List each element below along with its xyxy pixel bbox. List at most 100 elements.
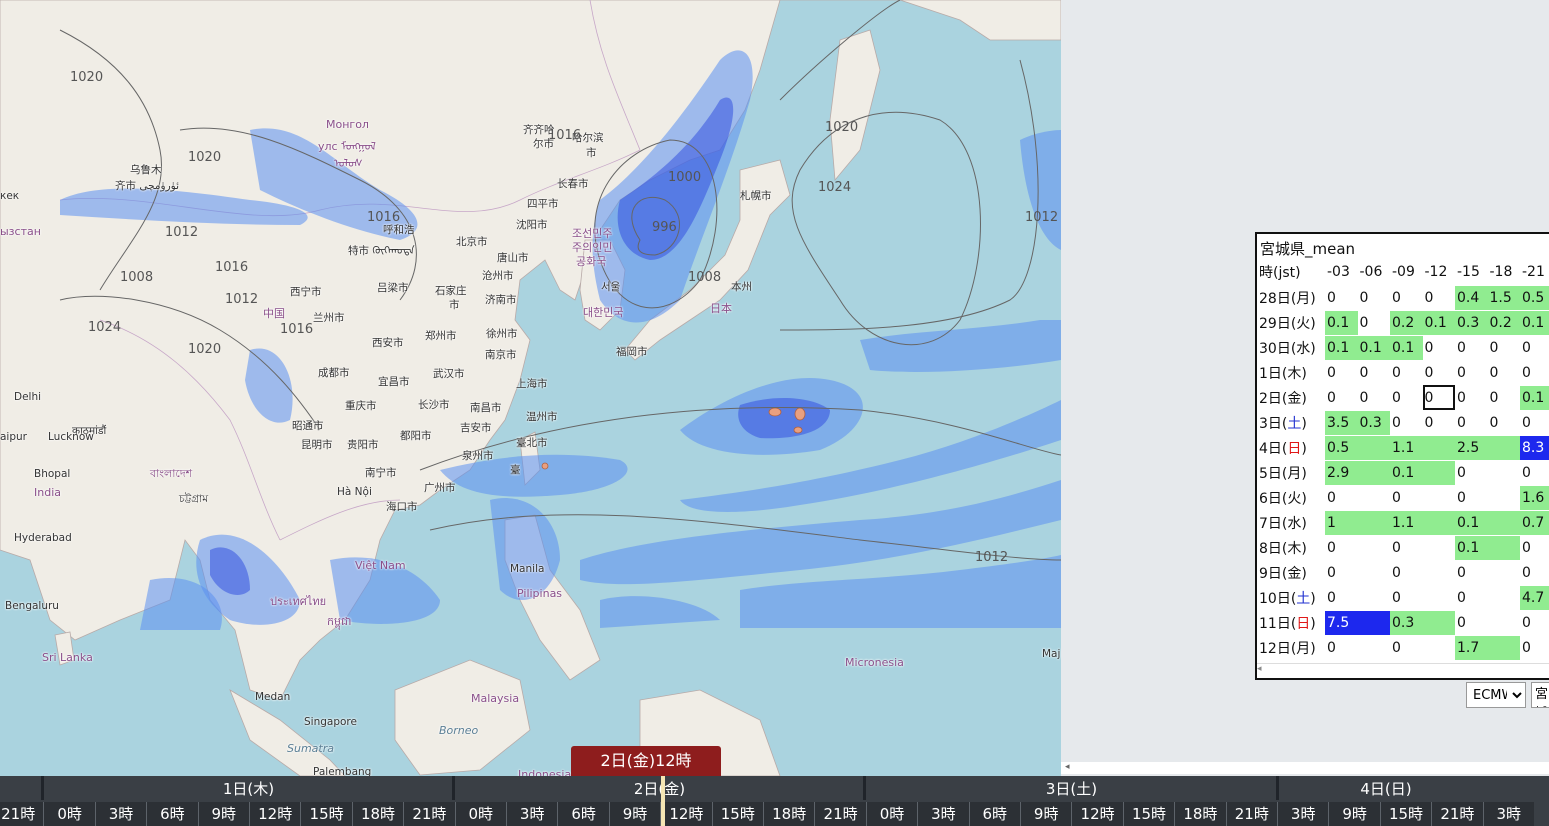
- precip-cell[interactable]: 3.5: [1325, 410, 1358, 436]
- precip-cell[interactable]: 0: [1325, 360, 1358, 386]
- timeline-hour-cell[interactable]: 15時: [1379, 802, 1432, 826]
- prefecture-button[interactable]: 宮城: [1531, 682, 1549, 708]
- precip-cell[interactable]: 0: [1390, 585, 1455, 611]
- precip-cell[interactable]: 0.1: [1325, 310, 1358, 336]
- timeline-bar[interactable]: 1日(木) 2日(金) 3日(土) 4日(日) 21時 0時 3時 6時 9時 12時 15時 18時…: [0, 776, 1549, 826]
- timeline-hour-cell[interactable]: 12時: [660, 802, 712, 826]
- precip-cell[interactable]: 0: [1357, 360, 1390, 386]
- precip-cell[interactable]: 8.3: [1520, 435, 1549, 461]
- precip-cell[interactable]: 1.7: [1455, 635, 1520, 661]
- timeline-hour-cell[interactable]: 18時: [351, 802, 404, 826]
- precip-cell[interactable]: 0: [1390, 560, 1455, 586]
- precip-cell[interactable]: 0: [1520, 460, 1549, 486]
- timeline-hour-cell[interactable]: 21時: [1225, 802, 1277, 826]
- precip-cell[interactable]: 0: [1422, 360, 1455, 386]
- precip-cell[interactable]: 0.1: [1422, 310, 1455, 336]
- timeline-hour-cell[interactable]: 15時: [1122, 802, 1175, 826]
- timeline-hour-cell[interactable]: 6時: [968, 802, 1020, 826]
- precip-cell[interactable]: 1.5: [1487, 285, 1520, 311]
- timeline-hour-cell[interactable]: 3時: [506, 802, 558, 826]
- precip-cell[interactable]: 0: [1487, 385, 1520, 411]
- timeline-hour-cell[interactable]: 6時: [146, 802, 198, 826]
- precip-cell[interactable]: 0.1: [1520, 385, 1549, 411]
- precip-cell[interactable]: 0.2: [1487, 310, 1520, 336]
- precip-cell[interactable]: 0: [1390, 535, 1455, 561]
- precip-cell[interactable]: 2.9: [1325, 460, 1390, 486]
- timeline-hour-cell[interactable]: 21時: [403, 802, 455, 826]
- precip-cell[interactable]: 0: [1390, 285, 1423, 311]
- precip-cell[interactable]: 0: [1455, 460, 1520, 486]
- timeline-hour-cell[interactable]: 6時: [557, 802, 609, 826]
- precip-cell[interactable]: 0: [1487, 360, 1520, 386]
- precip-cell[interactable]: 1: [1325, 510, 1390, 536]
- precip-cell[interactable]: 0: [1325, 535, 1390, 561]
- precip-cell[interactable]: 0.3: [1390, 610, 1455, 636]
- timeline-hour-cell[interactable]: 9時: [197, 802, 249, 826]
- precip-cell[interactable]: 0: [1422, 410, 1455, 436]
- model-select[interactable]: ECMWF: [1466, 682, 1526, 708]
- timeline-hour-cell[interactable]: 12時: [1071, 802, 1123, 826]
- timeline-hour-cell[interactable]: 3時: [917, 802, 969, 826]
- precip-cell[interactable]: 0: [1520, 535, 1549, 561]
- precip-cell[interactable]: 0: [1357, 285, 1390, 311]
- timeline-hour-cell[interactable]: 21時: [814, 802, 866, 826]
- timeline-hour-cell[interactable]: 3時: [1277, 802, 1329, 826]
- precip-cell[interactable]: 1.1: [1390, 435, 1455, 461]
- precip-cell[interactable]: 0.1: [1520, 310, 1549, 336]
- precip-cell[interactable]: 0: [1455, 385, 1488, 411]
- precip-cell[interactable]: 0: [1520, 410, 1549, 436]
- timeline-hour-cell[interactable]: 0時: [454, 802, 506, 826]
- precip-cell[interactable]: 0: [1325, 385, 1358, 411]
- precip-cell[interactable]: 0.3: [1455, 310, 1488, 336]
- precip-cell[interactable]: 0.4: [1455, 285, 1488, 311]
- precip-cell[interactable]: 0.1: [1455, 510, 1520, 536]
- precip-cell[interactable]: 0: [1455, 585, 1520, 611]
- precip-cell[interactable]: 1.6: [1520, 485, 1549, 511]
- precip-cell[interactable]: 0: [1422, 385, 1455, 411]
- timeline-hour-cell[interactable]: 0時: [865, 802, 918, 826]
- precip-cell[interactable]: 0: [1455, 360, 1488, 386]
- precip-cell[interactable]: 0.1: [1325, 335, 1358, 361]
- precip-cell[interactable]: 0.5: [1520, 285, 1549, 311]
- timeline-hour-cell[interactable]: 3時: [94, 802, 147, 826]
- precip-cell[interactable]: 0: [1390, 485, 1455, 511]
- precip-cell[interactable]: 0: [1390, 385, 1423, 411]
- precip-cell[interactable]: 0: [1455, 410, 1488, 436]
- precip-cell[interactable]: 0: [1325, 285, 1358, 311]
- weather-map[interactable]: Монгол улс ᠮᠣᠩᠭᠣᠯ ᠤᠯᠤᠰ 乌鲁木 齐市 ئۈرۈمچی кек ызст…: [0, 0, 1061, 776]
- precip-cell[interactable]: 0: [1455, 335, 1488, 361]
- precip-cell[interactable]: 0: [1520, 635, 1549, 661]
- precip-cell[interactable]: 0: [1520, 610, 1549, 636]
- scroll-left-icon[interactable]: ◂: [1257, 664, 1262, 674]
- precip-cell[interactable]: 0: [1455, 560, 1520, 586]
- timeline-hour-cell[interactable]: 3時: [1482, 802, 1534, 826]
- timeline-hour-cell[interactable]: 15時: [711, 802, 763, 826]
- precip-cell[interactable]: 0: [1487, 335, 1520, 361]
- panel-horizontal-scrollbar[interactable]: ◂: [1061, 762, 1549, 774]
- precip-cell[interactable]: 0.1: [1390, 335, 1423, 361]
- precip-cell[interactable]: 0: [1455, 610, 1520, 636]
- time-cursor-handle[interactable]: [661, 776, 665, 826]
- precip-cell[interactable]: 0.1: [1390, 460, 1455, 486]
- precip-cell[interactable]: 0.1: [1357, 335, 1390, 361]
- table-scrollbar[interactable]: ◂: [1257, 663, 1549, 678]
- precip-cell[interactable]: 0.7: [1520, 510, 1549, 536]
- precip-cell[interactable]: 0: [1357, 385, 1390, 411]
- precip-cell[interactable]: 0: [1390, 635, 1455, 661]
- timeline-hour-cell[interactable]: 18時: [1174, 802, 1226, 826]
- precip-cell[interactable]: 0: [1325, 560, 1390, 586]
- precip-cell[interactable]: 0: [1422, 335, 1455, 361]
- precip-cell[interactable]: 0: [1325, 635, 1390, 661]
- precip-cell[interactable]: 0: [1357, 310, 1390, 336]
- timeline-hour-cell[interactable]: 12時: [249, 802, 301, 826]
- precip-cell[interactable]: 0: [1520, 360, 1549, 386]
- timeline-hour-cell[interactable]: 18時: [763, 802, 815, 826]
- precip-cell[interactable]: 0.2: [1390, 310, 1423, 336]
- precip-cell[interactable]: 0: [1520, 560, 1549, 586]
- timeline-hour-cell[interactable]: 0時: [43, 802, 95, 826]
- precip-cell[interactable]: 0: [1390, 410, 1423, 436]
- precip-cell[interactable]: 1.1: [1390, 510, 1455, 536]
- timeline-hour-cell[interactable]: 9時: [1020, 802, 1072, 826]
- precip-cell[interactable]: 2.5: [1455, 435, 1520, 461]
- timeline-hour-cell[interactable]: 9時: [1328, 802, 1380, 826]
